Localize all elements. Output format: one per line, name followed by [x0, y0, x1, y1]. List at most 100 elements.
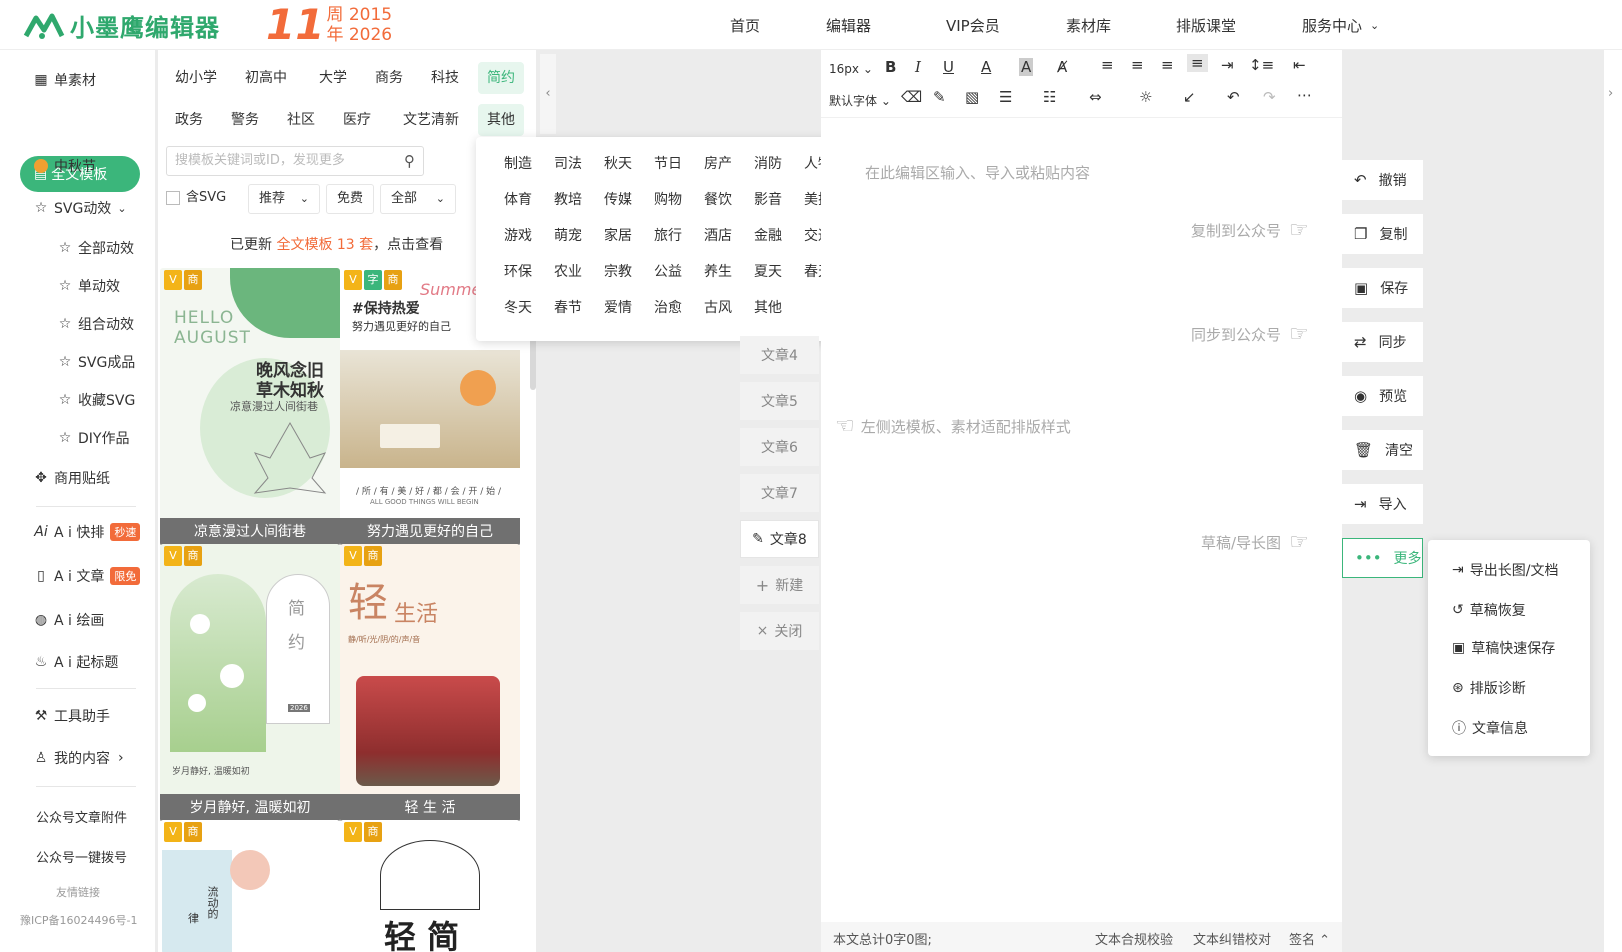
dropdown-category-item[interactable]: 游戏: [494, 225, 542, 245]
sidebar-item-ai-title[interactable]: ♨ A i 起标题: [32, 650, 119, 674]
dropdown-category-item[interactable]: 节日: [644, 153, 692, 173]
dropdown-category-item[interactable]: 冬天: [494, 297, 542, 317]
article-tab[interactable]: 文章6: [740, 428, 819, 466]
eraser-icon[interactable]: ⌫: [901, 88, 922, 106]
nav-course[interactable]: 排版课堂: [1176, 0, 1236, 50]
text-effect-icon[interactable]: Ⱥ: [1057, 58, 1067, 76]
category-community[interactable]: 社区: [278, 104, 324, 136]
friend-links[interactable]: 友情链接: [56, 880, 100, 904]
dropdown-category-item[interactable]: 治愈: [644, 297, 692, 317]
dropdown-category-item[interactable]: 其他: [744, 297, 792, 317]
redo-icon[interactable]: ↷: [1263, 88, 1276, 106]
preview-button[interactable]: ◉ 预览: [1342, 376, 1423, 416]
svg-checkbox[interactable]: 含SVG: [166, 184, 237, 214]
dropdown-category-item[interactable]: 农业: [544, 261, 592, 281]
sidebar-item-svg-product[interactable]: ☆ SVG成品: [56, 350, 136, 374]
dropdown-category-item[interactable]: 消防: [744, 153, 792, 173]
sidebar-item-single-anim[interactable]: ☆ 单动效: [56, 274, 120, 298]
dropdown-category-item[interactable]: 房产: [694, 153, 742, 173]
font-size-select[interactable]: 16px ⌄: [829, 62, 873, 76]
category-medical[interactable]: 医疗: [334, 104, 380, 136]
dropdown-category-item[interactable]: 餐饮: [694, 189, 742, 209]
dropdown-category-item[interactable]: 酒店: [694, 225, 742, 245]
category-other[interactable]: 其他: [478, 104, 524, 136]
search-input[interactable]: 搜模板关键词或ID，发现更多 ⚲: [166, 146, 424, 176]
save-button[interactable]: ▣ 保存: [1342, 268, 1423, 308]
clear-button[interactable]: 🗑 清空: [1342, 430, 1423, 470]
font-family-select[interactable]: 默认字体 ⌄: [829, 92, 891, 109]
dropdown-category-item[interactable]: 宗教: [594, 261, 642, 281]
diagnose-item[interactable]: ⊛ 排版诊断: [1452, 678, 1526, 698]
dropdown-category-item[interactable]: 古风: [694, 297, 742, 317]
logo[interactable]: 小墨鹰编辑器: [22, 8, 220, 43]
editor-placeholder[interactable]: 在此编辑区输入、导入或粘贴内容: [865, 162, 1090, 183]
dropdown-category-item[interactable]: 家居: [594, 225, 642, 245]
format-brush-icon[interactable]: ✎: [933, 88, 946, 106]
sidebar-item-diy[interactable]: ☆ DIY作品: [56, 426, 130, 450]
bulb-icon[interactable]: ☼: [1139, 88, 1152, 106]
sidebar-item-my-content[interactable]: ♙ 我的内容 ›: [32, 746, 124, 770]
margin-icon[interactable]: ⇔: [1089, 88, 1102, 106]
category-tech[interactable]: 科技: [422, 62, 468, 94]
highlight-icon[interactable]: A: [1019, 58, 1034, 76]
more-button[interactable]: ••• 更多: [1342, 538, 1423, 578]
sidebar-item-midautumn[interactable]: 中秋节: [32, 154, 96, 178]
collapse-panel-button[interactable]: ‹: [540, 54, 556, 134]
more-icon[interactable]: ⋯: [1297, 86, 1312, 104]
sidebar-item-svg[interactable]: ☆ SVG动效 ⌄: [32, 196, 127, 220]
category-primary[interactable]: 幼小学: [166, 62, 226, 94]
align-justify-icon[interactable]: ≡: [1187, 54, 1208, 72]
dropdown-category-item[interactable]: 体育: [494, 189, 542, 209]
dropdown-category-item[interactable]: 影音: [744, 189, 792, 209]
category-business[interactable]: 商务: [366, 62, 412, 94]
align-center-icon[interactable]: ≡: [1131, 56, 1144, 74]
dropdown-category-item[interactable]: 春节: [544, 297, 592, 317]
italic-icon[interactable]: I: [915, 58, 921, 76]
font-color-icon[interactable]: A: [981, 58, 991, 76]
bold-icon[interactable]: B: [885, 58, 896, 76]
image-icon[interactable]: ▧: [965, 88, 979, 106]
dropdown-category-item[interactable]: 秋天: [594, 153, 642, 173]
template-card[interactable]: V商 HELLO AUGUST 晚风念旧 草木知秋 凉意漫过人间街巷 凉意漫过人…: [160, 268, 340, 546]
new-article-button[interactable]: + 新建: [740, 566, 819, 604]
dropdown-category-item[interactable]: 环保: [494, 261, 542, 281]
chevron-right-icon[interactable]: ›: [1608, 86, 1613, 101]
price-filter[interactable]: 免费: [326, 184, 374, 214]
nav-vip[interactable]: VIP会员: [946, 0, 1000, 50]
article-tab[interactable]: 文章5: [740, 382, 819, 420]
compliance-check-button[interactable]: 文本合规校验: [1095, 929, 1173, 948]
sidebar-item-combo-anim[interactable]: ☆ 组合动效: [56, 312, 134, 336]
undo-button[interactable]: ↶ 撤销: [1342, 160, 1423, 200]
arrow-icon[interactable]: ↙: [1183, 88, 1196, 106]
sidebar-item-all-anim[interactable]: ☆ 全部动效: [56, 236, 134, 260]
export-item[interactable]: ⇥ 导出长图/文档: [1452, 560, 1558, 580]
category-college[interactable]: 大学: [310, 62, 356, 94]
template-card[interactable]: V商 轻 生活 静/听/光/阴/的/声/音 轻 生 活: [340, 544, 520, 822]
line-height-icon[interactable]: ↕≡: [1249, 56, 1274, 74]
signature-button[interactable]: 签名 ⌃: [1289, 929, 1330, 948]
indent-icon[interactable]: ⇥: [1221, 56, 1234, 74]
dropdown-category-item[interactable]: 传媒: [594, 189, 642, 209]
article-tab[interactable]: 文章7: [740, 474, 819, 512]
import-button[interactable]: ⇥ 导入: [1342, 484, 1423, 524]
paragraph-spacing-icon[interactable]: ☰: [999, 88, 1012, 106]
template-card[interactable]: V商 流动的 律: [160, 820, 340, 952]
article-info-item[interactable]: ⓘ 文章信息: [1452, 718, 1528, 738]
align-right-icon[interactable]: ≡: [1161, 56, 1174, 74]
nav-service[interactable]: 服务中心 ⌄: [1302, 0, 1379, 50]
dropdown-category-item[interactable]: 爱情: [594, 297, 642, 317]
update-notice[interactable]: 已更新 全文模板 13 套，点击查看: [230, 234, 443, 254]
proofread-button[interactable]: 文本纠错校对: [1193, 929, 1271, 948]
category-government[interactable]: 政务: [166, 104, 212, 136]
sidebar-item-tools[interactable]: ⚒ 工具助手: [32, 704, 110, 728]
copy-button[interactable]: ❐ 复制: [1342, 214, 1423, 254]
draft-quicksave-item[interactable]: ▣ 草稿快速保存: [1452, 638, 1555, 658]
letter-spacing-icon[interactable]: ☷: [1043, 88, 1056, 106]
align-left-icon[interactable]: ≡: [1101, 56, 1114, 74]
dropdown-category-item[interactable]: 司法: [544, 153, 592, 173]
dropdown-category-item[interactable]: 萌宠: [544, 225, 592, 245]
dropdown-category-item[interactable]: 公益: [644, 261, 692, 281]
dropdown-category-item[interactable]: 购物: [644, 189, 692, 209]
sidebar-item-attachment[interactable]: 公众号文章附件: [36, 804, 127, 828]
sidebar-item-dial[interactable]: 公众号一键拨号: [36, 844, 127, 868]
